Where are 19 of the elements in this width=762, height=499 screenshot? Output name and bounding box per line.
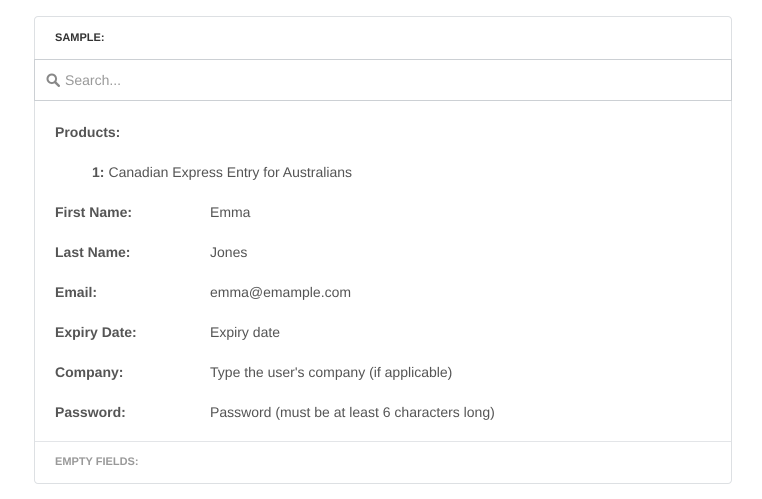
field-value: Emma: [210, 202, 250, 222]
field-value: Password (must be at least 6 characters long): [210, 402, 495, 422]
search-field[interactable]: Search...: [34, 59, 732, 101]
item-number: 1:: [92, 162, 104, 182]
field-label: First Name:: [55, 202, 134, 222]
field-label: Expiry Date:: [55, 322, 138, 342]
field-label: Company:: [55, 362, 124, 382]
product-name: Canadian Express Entry for Australians: [108, 162, 352, 182]
field-value: Type the user's company (if applicable): [210, 362, 452, 382]
field-value: Jones: [210, 242, 248, 262]
search-icon: [46, 73, 60, 87]
field-value: Expiry date: [210, 322, 280, 342]
field-label: Password:: [55, 402, 127, 422]
field-value: emma@emample.com: [210, 282, 352, 302]
field-label: Last Name:: [55, 242, 132, 262]
section-title: EMPTY FIELDS:: [55, 455, 139, 470]
field-label: Products:: [55, 122, 120, 142]
field-label: Email:: [55, 282, 98, 302]
panel-title: SAMPLE:: [55, 30, 104, 46]
